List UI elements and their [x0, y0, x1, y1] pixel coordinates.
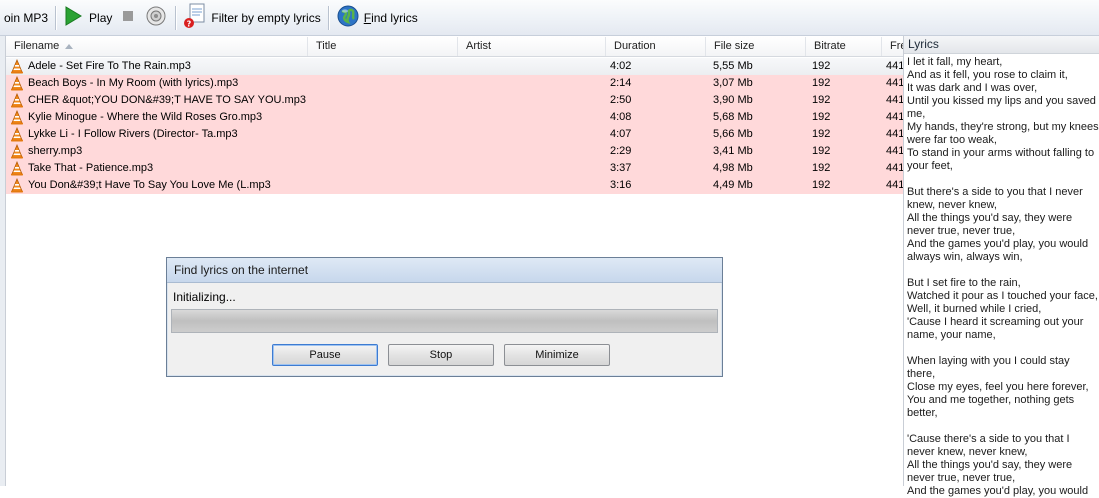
lyrics-text[interactable]: I let it fall, my heart, And as it fell,…: [904, 54, 1099, 498]
cell-bitrate: 192: [812, 145, 831, 157]
vlc-cone-icon: [11, 110, 23, 125]
cell-filename: Kylie Minogue - Where the Wild Roses Gro…: [28, 111, 263, 123]
vlc-cone-icon: [11, 93, 23, 108]
lyrics-panel: Lyrics I let it fall, my heart, And as i…: [903, 36, 1099, 497]
cell-bitrate: 192: [812, 128, 831, 140]
cell-filename: Beach Boys - In My Room (with lyrics).mp…: [28, 77, 239, 89]
find-lyrics-button[interactable]: Find lyrics: [332, 0, 422, 36]
minimize-button[interactable]: Minimize: [504, 344, 610, 366]
stop-icon: [120, 8, 136, 27]
cell-frequency: 441: [886, 145, 903, 157]
cell-filename: Take That - Patience.mp3: [28, 162, 154, 174]
cell-duration: 4:08: [610, 111, 632, 123]
join-mp3-button[interactable]: oin MP3: [0, 0, 52, 36]
speaker-icon: [144, 5, 168, 30]
table-row[interactable]: Kylie Minogue - Where the Wild Roses Gro…: [6, 109, 903, 126]
svg-text:?: ?: [187, 20, 192, 29]
filter-icon: ?: [183, 3, 207, 32]
cell-duration: 4:02: [610, 60, 632, 72]
cell-frequency: 441: [886, 162, 903, 174]
play-label: Play: [89, 10, 113, 25]
column-header-frequency[interactable]: Fre: [882, 37, 903, 56]
cell-duration: 3:16: [610, 179, 632, 191]
column-header-bitrate[interactable]: Bitrate: [806, 37, 882, 56]
cell-bitrate: 192: [812, 162, 831, 174]
table-row[interactable]: You Don&#39;t Have To Say You Love Me (L…: [6, 177, 903, 194]
cell-duration: 2:50: [610, 94, 632, 106]
progress-bar: [171, 309, 718, 333]
cell-file-size: 3,90 Mb: [713, 94, 753, 106]
filter-empty-lyrics-label: Filter by empty lyrics: [211, 10, 321, 25]
column-header-artist[interactable]: Artist: [458, 37, 606, 56]
cell-bitrate: 192: [812, 60, 831, 72]
cell-file-size: 4,98 Mb: [713, 162, 753, 174]
table-row[interactable]: Adele - Set Fire To The Rain.mp3 4:02 5,55…: [6, 58, 903, 75]
play-icon: [63, 5, 83, 30]
vlc-cone-icon: [11, 127, 23, 142]
table-header: Filename Title Artist Duration File size…: [6, 37, 903, 57]
cell-file-size: 5,68 Mb: [713, 111, 753, 123]
vlc-cone-icon: [11, 59, 23, 74]
find-lyrics-dialog: Find lyrics on the internet Initializing…: [166, 257, 723, 377]
cell-file-size: 4,49 Mb: [713, 179, 753, 191]
cell-filename: Adele - Set Fire To The Rain.mp3: [28, 60, 191, 72]
table-row[interactable]: Lykke Li - I Follow Rivers (Director- Ta…: [6, 126, 903, 143]
toolbar-separator: [327, 5, 329, 30]
column-header-filename[interactable]: Filename: [6, 37, 308, 56]
cell-file-size: 5,55 Mb: [713, 60, 753, 72]
find-lyrics-accelerator: F: [363, 10, 372, 25]
vlc-cone-icon: [11, 144, 23, 159]
dialog-title[interactable]: Find lyrics on the internet: [167, 258, 722, 283]
find-lyrics-label: Find lyrics: [364, 11, 418, 25]
cell-file-size: 5,66 Mb: [713, 128, 753, 140]
stop-dialog-button[interactable]: Stop: [388, 344, 494, 366]
column-header-duration[interactable]: Duration: [606, 37, 706, 56]
cell-bitrate: 192: [812, 94, 831, 106]
cell-filename: CHER &quot;YOU DON&#39;T HAVE TO SAY YOU…: [28, 94, 306, 106]
cell-filename: Lykke Li - I Follow Rivers (Director- Ta…: [28, 128, 238, 140]
find-lyrics-label-rest: ind lyrics: [371, 10, 418, 25]
cell-frequency: 441: [886, 128, 903, 140]
play-button[interactable]: Play: [59, 0, 116, 36]
cell-bitrate: 192: [812, 179, 831, 191]
vlc-cone-icon: [11, 76, 23, 91]
globe-icon: [336, 4, 360, 31]
column-header-file-size[interactable]: File size: [706, 37, 806, 56]
toolbar-separator: [55, 5, 57, 30]
cell-file-size: 3,07 Mb: [713, 77, 753, 89]
vlc-cone-icon: [11, 161, 23, 176]
column-header-filename-label: Filename: [14, 40, 60, 52]
cell-bitrate: 192: [812, 111, 831, 123]
cell-filename: sherry.mp3: [28, 145, 83, 157]
cell-duration: 2:29: [610, 145, 632, 157]
cell-duration: 4:07: [610, 128, 632, 140]
stop-button[interactable]: [116, 0, 140, 36]
table-row[interactable]: Take That - Patience.mp3 3:37 4,98 Mb 192 44…: [6, 160, 903, 177]
cell-file-size: 3,41 Mb: [713, 145, 753, 157]
table-row[interactable]: Beach Boys - In My Room (with lyrics).mp…: [6, 75, 903, 92]
join-mp3-label: oin MP3: [4, 10, 49, 25]
filter-empty-lyrics-button[interactable]: ? Filter by empty lyrics: [179, 0, 324, 36]
column-header-title[interactable]: Title: [308, 37, 458, 56]
pause-button[interactable]: Pause: [272, 344, 378, 366]
cell-frequency: 441: [886, 77, 903, 89]
cell-frequency: 441: [886, 111, 903, 123]
cell-duration: 2:14: [610, 77, 632, 89]
cell-frequency: 441: [886, 179, 903, 191]
sort-ascending-icon: [65, 43, 74, 49]
cell-filename: You Don&#39;t Have To Say You Love Me (L…: [28, 179, 271, 191]
dialog-status-text: Initializing...: [173, 290, 236, 304]
toolbar-separator: [175, 5, 177, 30]
cell-frequency: 441: [886, 60, 903, 72]
cell-duration: 3:37: [610, 162, 632, 174]
speaker-button[interactable]: [140, 0, 172, 36]
table-row[interactable]: CHER &quot;YOU DON&#39;T HAVE TO SAY YOU…: [6, 92, 903, 109]
toolbar: oin MP3 Play ? Filter by empty lyrics Fi…: [0, 0, 1099, 36]
cell-bitrate: 192: [812, 77, 831, 89]
vlc-cone-icon: [11, 178, 23, 193]
cell-frequency: 441: [886, 94, 903, 106]
table-row[interactable]: sherry.mp3 2:29 3,41 Mb 192 441: [6, 143, 903, 160]
lyrics-panel-header: Lyrics: [904, 36, 1099, 54]
